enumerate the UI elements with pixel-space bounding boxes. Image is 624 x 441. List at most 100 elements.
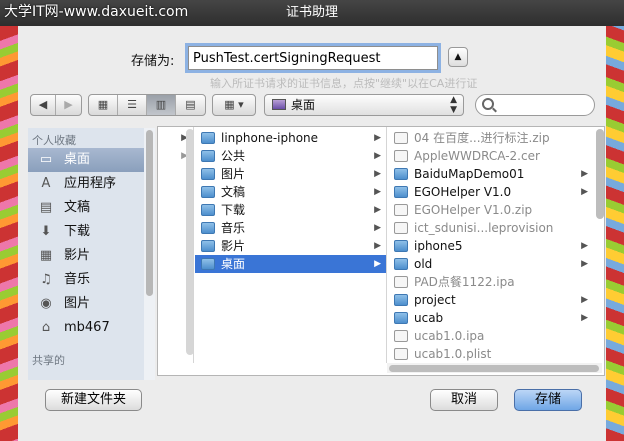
forward-button[interactable]: ▶ xyxy=(56,95,81,115)
save-as-label: 存储为: xyxy=(131,54,175,69)
folder-row[interactable]: linphone-iphone ▶ xyxy=(195,129,386,147)
folder-icon xyxy=(394,258,408,270)
file-row[interactable]: ucab1.0.ipa xyxy=(388,327,594,345)
column-3-scrollbar[interactable] xyxy=(596,129,604,219)
horizontal-scroll-thumb[interactable] xyxy=(389,365,599,372)
file-icon xyxy=(394,150,408,162)
disclosure-arrow-icon: ▶ xyxy=(581,169,588,179)
sidebar-item[interactable]: ▤ 文稿 xyxy=(28,196,155,220)
back-button[interactable]: ◀ xyxy=(31,95,56,115)
folder-row[interactable]: iphone5 ▶ xyxy=(388,237,594,255)
disclosure-arrow-icon: ▶ xyxy=(374,223,381,233)
folder-icon xyxy=(394,186,408,198)
file-row[interactable]: EGOHelper V1.0.zip xyxy=(388,201,594,219)
row-label: 下载 xyxy=(221,203,246,217)
forward-arrow-icon: ▶ xyxy=(64,98,73,111)
window-title: 证书助理 xyxy=(285,5,338,20)
downloads-icon: ⬇ xyxy=(40,224,52,239)
ghost-instruction-text: 输入所证书请求的证书信息，点按"继续"以在CA进行证 xyxy=(210,77,478,90)
chevron-up-icon: ▲ xyxy=(454,52,462,62)
folder-icon xyxy=(201,168,215,180)
file-row[interactable]: AppleWWDRCA-2.cer xyxy=(388,147,594,165)
row-label: EGOHelper V1.0 xyxy=(414,185,512,199)
disclosure-arrow-icon: ▶ xyxy=(581,241,588,251)
sidebar-item-label: mb467 xyxy=(64,320,110,335)
list-view-button[interactable]: ☰ xyxy=(118,95,147,115)
row-label: linphone-iphone xyxy=(221,131,319,145)
folder-icon xyxy=(201,150,215,162)
file-row[interactable]: ucab1.0.plist xyxy=(388,345,594,363)
folder-row[interactable]: 桌面 ▶ xyxy=(195,255,386,273)
folder-row[interactable]: 下载 ▶ xyxy=(195,201,386,219)
disclosure-arrow-icon: ▶ xyxy=(581,187,588,197)
column-1-scrollbar[interactable] xyxy=(186,129,193,355)
home-icon: ⌂ xyxy=(41,320,51,335)
file-icon xyxy=(394,330,408,342)
folder-icon xyxy=(394,168,408,180)
horizontal-scrollbar[interactable] xyxy=(387,363,602,373)
folder-icon xyxy=(201,204,215,216)
sidebar-item[interactable]: ⬇ 下载 xyxy=(28,220,155,244)
folder-row[interactable]: ucab ▶ xyxy=(388,309,594,327)
sidebar-item-label: 桌面 xyxy=(64,152,91,167)
sidebar-item-label: 影片 xyxy=(64,248,91,263)
sidebar-header-favorites: 个人收藏 xyxy=(32,134,76,147)
sidebar-item[interactable]: ▦ 影片 xyxy=(28,244,155,268)
column-view-icon: ▥ xyxy=(155,98,167,111)
folder-row[interactable]: BaiduMapDemo01 ▶ xyxy=(388,165,594,183)
folder-row[interactable]: 图片 ▶ xyxy=(195,165,386,183)
icon-view-button[interactable]: ▦ xyxy=(89,95,118,115)
background-wallpaper-right xyxy=(606,26,624,441)
disclosure-arrow-icon: ▶ xyxy=(374,241,381,251)
column-3: 04 在百度...进行标注.zip AppleWWDRCA-2.cer BaiduM… xyxy=(388,127,604,363)
folder-row[interactable]: project ▶ xyxy=(388,291,594,309)
folder-row[interactable]: EGOHelper V1.0 ▶ xyxy=(388,183,594,201)
sidebar-scrollbar[interactable] xyxy=(144,128,155,380)
folder-row[interactable]: 影片 ▶ xyxy=(195,237,386,255)
file-row[interactable]: 04 在百度...进行标注.zip xyxy=(388,129,594,147)
new-folder-button[interactable]: 新建文件夹 xyxy=(45,389,142,411)
file-row[interactable]: ict_sdunisi...leprovision xyxy=(388,219,594,237)
folder-row[interactable]: 音乐 ▶ xyxy=(195,219,386,237)
watermark-text: 大学IT网-www.daxueit.com xyxy=(4,4,189,20)
column-2: linphone-iphone ▶ 公共 ▶ 图片 ▶ 文稿 ▶ 下载 ▶ 音乐 ▶ 影片 ▶ 桌面 ▶ xyxy=(195,127,387,363)
folder-row[interactable]: 公共 ▶ xyxy=(195,147,386,165)
disclosure-arrow-icon: ▶ xyxy=(581,259,588,269)
disclosure-arrow-icon: ▶ xyxy=(374,169,381,179)
folder-row[interactable]: 文稿 ▶ xyxy=(195,183,386,201)
music-icon: ♫ xyxy=(40,272,52,287)
save-dialog-window: 证书助理 大学IT网-www.daxueit.com 存储为: ▲ 输入所证书请… xyxy=(0,0,624,441)
location-popup[interactable]: 桌面 ▲ ▼ xyxy=(264,94,464,116)
sidebar-scroll-thumb[interactable] xyxy=(146,130,153,296)
sidebar-item[interactable]: ⌂ mb467 xyxy=(28,316,155,340)
filename-input[interactable] xyxy=(188,46,438,70)
icon-view-icon: ▦ xyxy=(97,98,109,111)
cancel-button[interactable]: 取消 xyxy=(430,389,498,411)
row-label: BaiduMapDemo01 xyxy=(414,167,525,181)
cover-flow-button[interactable]: ▤ xyxy=(176,95,205,115)
row-label: ucab1.0.ipa xyxy=(414,329,485,343)
sidebar-item[interactable]: ♫ 音乐 xyxy=(28,268,155,292)
sidebar-item[interactable]: A 应用程序 xyxy=(28,172,155,196)
sidebar-header-shared: 共享的 xyxy=(32,354,65,367)
file-row[interactable]: PAD点餐1122.ipa xyxy=(388,273,594,291)
pictures-icon: ◉ xyxy=(40,296,52,311)
collapse-dialog-button[interactable]: ▲ xyxy=(448,47,468,67)
arrange-menu-button[interactable]: ▦ ▾ xyxy=(212,94,256,116)
folder-row[interactable]: old ▶ xyxy=(388,255,594,273)
search-field[interactable] xyxy=(475,94,595,116)
desktop-icon: ▭ xyxy=(39,152,53,167)
column-view-button[interactable]: ▥ xyxy=(147,95,176,115)
sidebar-item[interactable]: ◉ 图片 xyxy=(28,292,155,316)
folder-icon xyxy=(201,258,215,270)
sidebar-item[interactable]: ▭ 桌面 xyxy=(28,148,155,172)
folder-icon xyxy=(394,240,408,252)
save-button[interactable]: 存储 xyxy=(514,389,582,411)
disclosure-arrow-icon: ▶ xyxy=(581,313,588,323)
row-label: 文稿 xyxy=(221,185,246,199)
list-view-icon: ☰ xyxy=(127,98,137,111)
location-label: 桌面 xyxy=(291,98,316,112)
sidebar-item-label: 应用程序 xyxy=(64,176,117,191)
row-label: 桌面 xyxy=(221,257,246,271)
row-label: ucab xyxy=(414,311,444,325)
